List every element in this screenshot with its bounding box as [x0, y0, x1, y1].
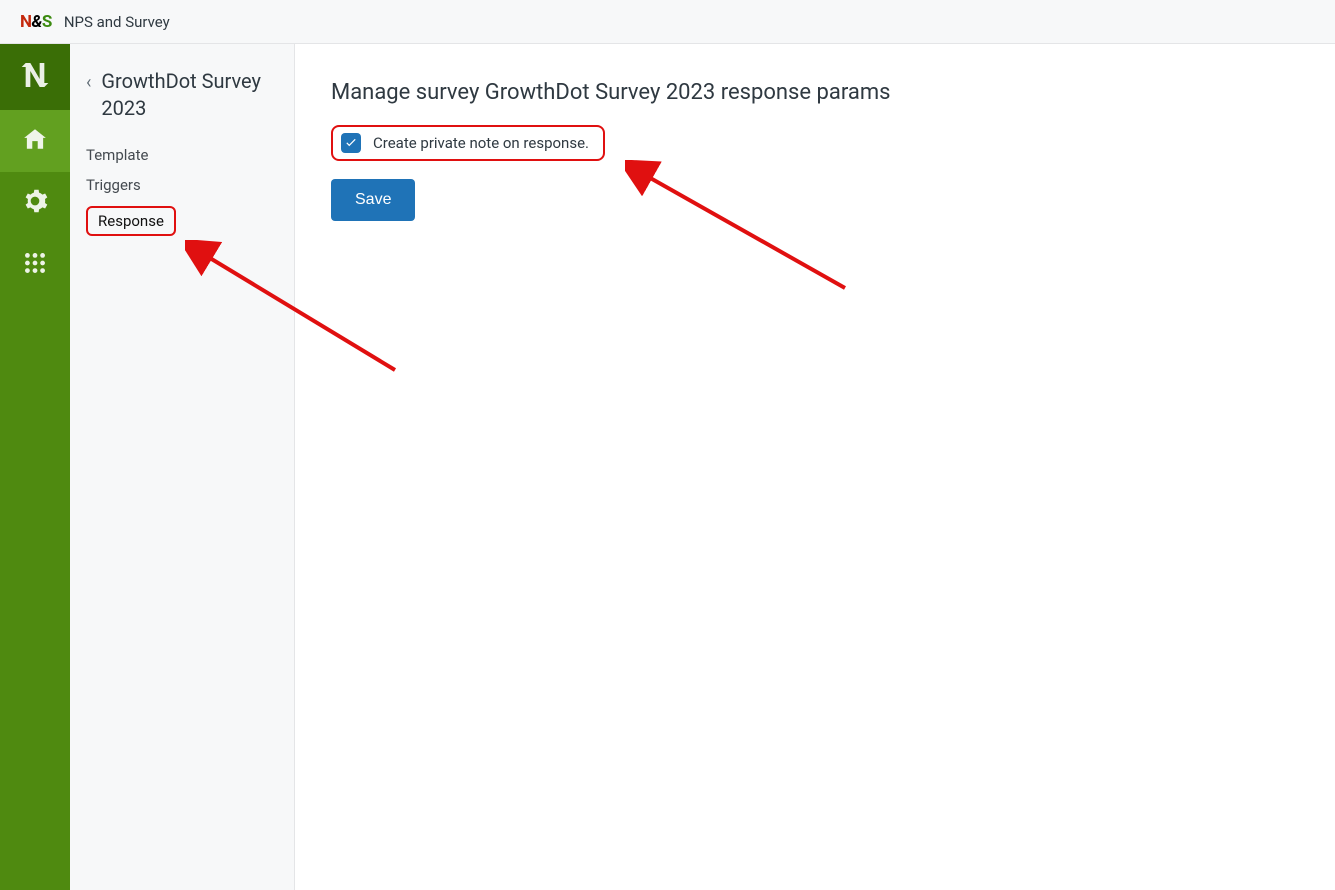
side-menu-item-response[interactable]: Response [86, 200, 278, 242]
app-header: N&S NPS and Survey [0, 0, 1335, 44]
side-panel-title: GrowthDot Survey 2023 [101, 68, 278, 122]
apps-grid-icon [22, 250, 48, 280]
main-content: Manage survey GrowthDot Survey 2023 resp… [295, 44, 1335, 890]
save-button[interactable]: Save [331, 179, 415, 221]
checkbox-box [341, 133, 361, 153]
nav-item-apps[interactable] [0, 234, 70, 296]
gear-icon [22, 188, 48, 218]
create-private-note-checkbox[interactable]: Create private note on response. [331, 125, 605, 161]
side-menu-label: Triggers [86, 176, 141, 194]
nav-rail [0, 44, 70, 890]
chevron-left-icon: ‹ [86, 72, 91, 93]
side-menu-item-template[interactable]: Template [86, 140, 278, 170]
side-menu: Template Triggers Response [86, 140, 278, 242]
home-icon [22, 126, 48, 156]
nav-item-settings[interactable] [0, 172, 70, 234]
checkbox-label: Create private note on response. [373, 134, 589, 152]
side-menu-item-triggers[interactable]: Triggers [86, 170, 278, 200]
side-menu-label: Template [86, 146, 148, 164]
app-title: NPS and Survey [64, 13, 170, 31]
nav-item-logo[interactable] [0, 44, 70, 110]
nav-item-home[interactable] [0, 110, 70, 172]
n-logo-icon [19, 59, 51, 95]
back-button[interactable]: ‹ [86, 74, 91, 92]
side-panel: ‹ GrowthDot Survey 2023 Template Trigger… [70, 44, 295, 890]
app-logo: N&S [20, 12, 52, 32]
page-heading: Manage survey GrowthDot Survey 2023 resp… [331, 80, 1299, 105]
check-icon [344, 134, 358, 153]
side-menu-label: Response [98, 212, 164, 230]
